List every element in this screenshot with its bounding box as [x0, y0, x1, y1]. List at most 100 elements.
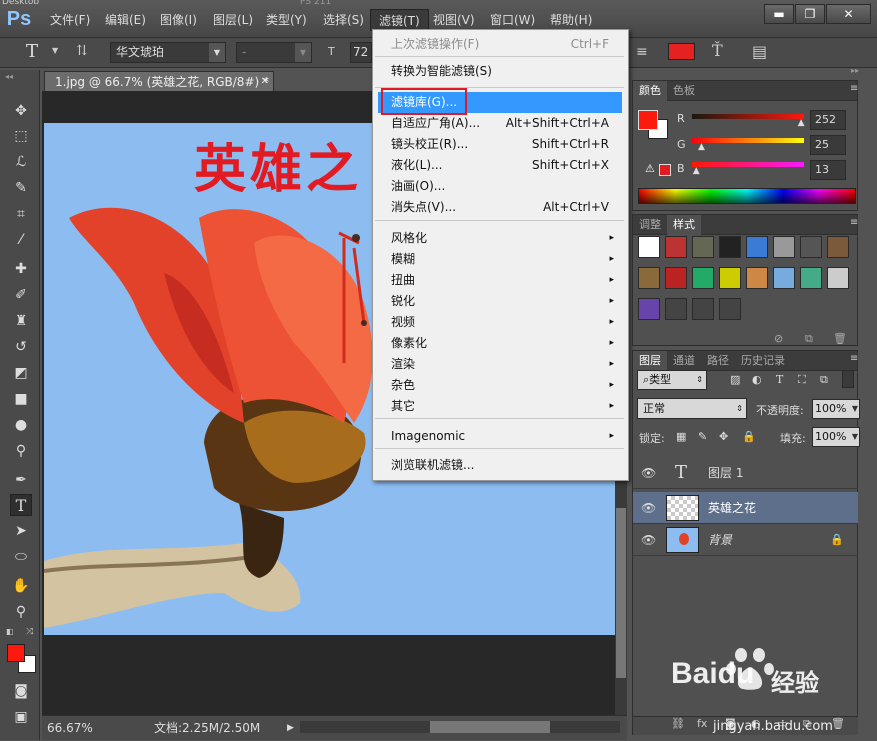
gradient-tool-icon[interactable]: ■ — [10, 388, 32, 410]
lock-position-icon[interactable]: ✥ — [719, 430, 728, 443]
character-panel-icon[interactable]: ▤ — [752, 42, 767, 61]
document-tab[interactable]: 1.jpg @ 66.7% (英雄之花, RGB/8#) * ✕ — [44, 71, 274, 91]
filter-menu-item[interactable]: 风格化 ▸ — [378, 228, 622, 249]
layer-row-background[interactable]: 👁 背景 🔒 — [633, 524, 858, 556]
dodge-tool-icon[interactable]: ⚲ — [10, 440, 32, 462]
style-swatch[interactable] — [692, 298, 714, 320]
style-swatch[interactable] — [665, 267, 687, 289]
foreground-color-swatch[interactable] — [7, 644, 25, 662]
style-swatch[interactable] — [692, 236, 714, 258]
filter-shape-icon[interactable]: ⛶ — [798, 373, 806, 387]
filter-menu-item[interactable]: 浏览联机滤镜... — [378, 455, 622, 476]
pen-tool-icon[interactable]: ✒ — [10, 469, 32, 491]
menu-help[interactable]: 帮助(H) — [542, 9, 600, 31]
filter-menu-item[interactable]: Imagenomic ▸ — [378, 426, 622, 447]
filter-menu-item[interactable]: 转换为智能滤镜(S) — [378, 61, 622, 82]
filter-menu-item[interactable]: 像素化 ▸ — [378, 333, 622, 354]
filter-adjustment-icon[interactable]: ◐ — [752, 373, 762, 386]
style-swatch[interactable] — [773, 236, 795, 258]
close-button[interactable]: ✕ — [826, 4, 871, 24]
style-swatch[interactable] — [773, 267, 795, 289]
text-tool-icon[interactable]: T — [26, 41, 38, 62]
status-menu-arrow-icon[interactable]: ▶ — [287, 716, 294, 740]
visibility-eye-icon[interactable]: 👁 — [641, 524, 656, 556]
filter-menu-item[interactable]: 消失点(V)... Alt+Ctrl+V — [378, 197, 622, 218]
tab-adjustments[interactable]: 调整 — [633, 215, 667, 235]
blend-mode-select[interactable]: 正常 ⇕ — [637, 398, 747, 419]
tool-preset-dropdown-icon[interactable]: ▼ — [52, 46, 58, 55]
quick-select-tool-icon[interactable]: ✎ — [10, 177, 32, 199]
style-swatch[interactable] — [719, 236, 741, 258]
filter-menu-item[interactable]: 锐化 ▸ — [378, 291, 622, 312]
opacity-field[interactable]: 100% ▼ — [812, 399, 860, 419]
font-style-select[interactable]: - ▼ — [236, 42, 312, 63]
default-colors-icon[interactable]: ◧ — [6, 627, 14, 636]
menu-select[interactable]: 选择(S) — [315, 9, 372, 31]
quick-mask-icon[interactable]: ◙ — [10, 680, 32, 702]
filter-menu-item[interactable]: 视频 ▸ — [378, 312, 622, 333]
text-orientation-icon[interactable]: ⇅ — [76, 43, 88, 59]
menu-layer[interactable]: 图层(L) — [205, 9, 261, 31]
fill-field[interactable]: 100% ▼ — [812, 427, 860, 447]
screen-mode-icon[interactable]: ▣ — [10, 706, 32, 728]
layer-row-text[interactable]: 👁 T 图层 1 — [633, 457, 858, 489]
style-swatch[interactable] — [665, 298, 687, 320]
lock-all-icon[interactable]: 🔒 — [742, 430, 756, 443]
brush-tool-icon[interactable]: ✐ — [10, 284, 32, 306]
g-value-field[interactable]: 25 — [810, 135, 846, 155]
lasso-tool-icon[interactable]: ℒ — [10, 151, 32, 173]
menu-type[interactable]: 类型(Y) — [258, 9, 315, 31]
style-swatch[interactable] — [827, 267, 849, 289]
layers-menu-icon[interactable]: ≡ — [850, 353, 858, 364]
menu-image[interactable]: 图像(I) — [152, 9, 205, 31]
marquee-tool-icon[interactable]: ⬚ — [10, 125, 32, 147]
filter-menu-item[interactable]: 杂色 ▸ — [378, 375, 622, 396]
layer-filter-select[interactable]: ⌕类型 ⇕ — [637, 370, 707, 390]
style-swatch[interactable] — [800, 236, 822, 258]
gamut-warning-icon[interactable]: ⚠ — [645, 162, 655, 175]
style-swatch[interactable] — [746, 267, 768, 289]
minimize-button[interactable]: ▬ — [764, 4, 794, 24]
swap-colors-icon[interactable]: ⤨ — [26, 627, 33, 637]
healing-brush-tool-icon[interactable]: ✚ — [10, 258, 32, 280]
filter-type-icon[interactable]: T — [776, 373, 783, 386]
visibility-eye-icon[interactable]: 👁 — [641, 492, 656, 524]
style-swatch[interactable] — [665, 236, 687, 258]
eyedropper-tool-icon[interactable]: ⁄ — [10, 229, 32, 251]
style-swatch[interactable] — [800, 267, 822, 289]
filter-menu-item[interactable]: 模糊 ▸ — [378, 249, 622, 270]
style-swatch[interactable] — [638, 236, 660, 258]
zoom-level[interactable]: 66.67% — [47, 716, 93, 740]
new-style-icon[interactable]: ⧉ — [805, 332, 813, 346]
clear-style-icon[interactable]: ⊘ — [774, 332, 783, 345]
text-color-swatch[interactable] — [668, 43, 695, 60]
font-family-select[interactable]: 华文琥珀 ▼ — [110, 42, 226, 63]
g-slider[interactable]: ▲ — [692, 138, 804, 152]
filter-menu-item[interactable]: 其它 ▸ — [378, 396, 622, 417]
move-tool-icon[interactable]: ✥ — [10, 100, 32, 122]
r-slider[interactable]: ▲ — [692, 114, 805, 128]
menu-edit[interactable]: 编辑(E) — [97, 9, 154, 31]
close-tab-icon[interactable]: ✕ — [261, 72, 269, 92]
delete-style-icon[interactable]: 🗑 — [833, 332, 847, 345]
gamut-color-chip[interactable] — [659, 164, 671, 176]
layer-row-selected[interactable]: 👁 英雄之花 — [633, 492, 858, 524]
panel-menu-icon[interactable]: ≡ — [850, 83, 858, 94]
lock-pixels-icon[interactable]: ✎ — [698, 430, 707, 443]
fg-color-chip[interactable] — [638, 110, 658, 130]
type-tool-icon[interactable]: T — [10, 494, 32, 516]
filter-pixel-icon[interactable]: ▨ — [730, 373, 740, 386]
menu-filter[interactable]: 滤镜(T) — [370, 9, 429, 31]
collapse-icon[interactable]: ◂◂ — [5, 72, 13, 81]
menu-file[interactable]: 文件(F) — [42, 9, 98, 31]
zoom-tool-icon[interactable]: ⚲ — [10, 601, 32, 623]
eraser-tool-icon[interactable]: ◩ — [10, 362, 32, 384]
style-swatch[interactable] — [827, 236, 849, 258]
styles-menu-icon[interactable]: ≡ — [850, 217, 858, 228]
r-value-field[interactable]: 252 — [810, 110, 846, 130]
clone-stamp-tool-icon[interactable]: ♜ — [10, 310, 32, 332]
font-size-field[interactable]: 72 — [350, 42, 372, 63]
filter-menu-item[interactable]: 液化(L)... Shift+Ctrl+X — [378, 155, 622, 176]
blur-tool-icon[interactable]: ● — [10, 414, 32, 436]
filter-smart-object-icon[interactable]: ⧉ — [820, 373, 828, 387]
